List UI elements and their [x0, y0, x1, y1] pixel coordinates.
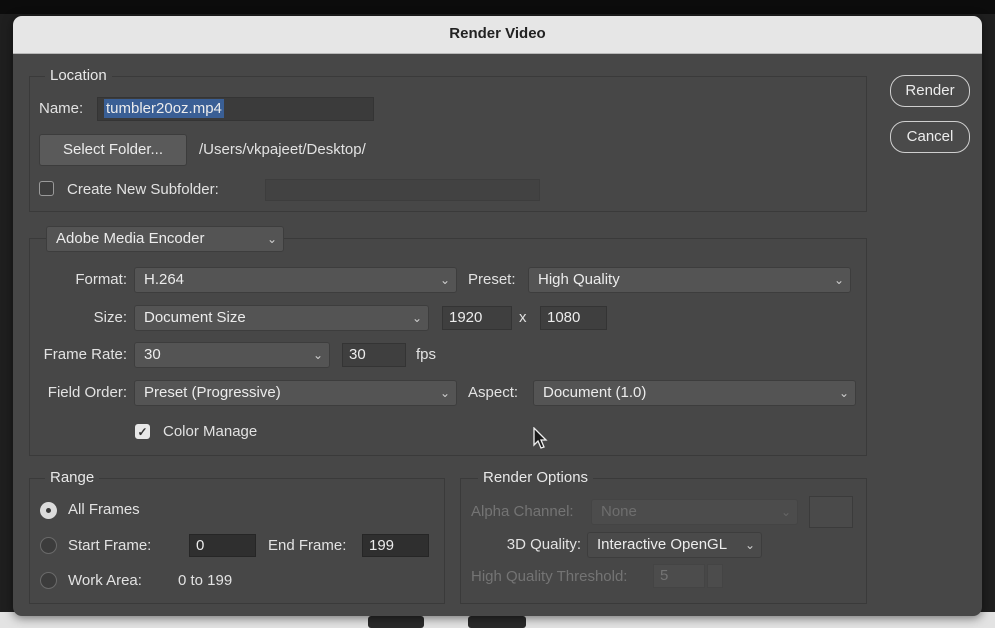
name-input[interactable]: tumbler20oz.mp4	[97, 97, 374, 121]
checkmark-icon: ✓	[137, 425, 148, 439]
chevron-down-icon: ⌄	[266, 232, 277, 246]
format-select-value: H.264	[144, 271, 185, 288]
preset-select[interactable]: High Quality ⌄	[528, 267, 851, 293]
subfolder-name-input[interactable]	[265, 179, 540, 201]
name-input-value: tumbler20oz.mp4	[104, 99, 224, 118]
3d-quality-select[interactable]: Interactive OpenGL ⌄	[587, 532, 762, 558]
size-x-separator: x	[519, 309, 527, 326]
end-frame-label: End Frame:	[268, 537, 347, 554]
range-group-title: Range	[45, 469, 100, 486]
end-frame-input[interactable]: 199	[362, 534, 429, 557]
fps-input[interactable]: 30	[342, 343, 406, 367]
field-order-select-value: Preset (Progressive)	[144, 384, 281, 401]
hq-threshold-stepper[interactable]	[707, 564, 723, 588]
3d-quality-select-value: Interactive OpenGL	[597, 536, 728, 553]
render-options-group-title: Render Options	[478, 469, 594, 486]
work-area-value: 0 to 199	[178, 572, 233, 589]
alpha-color-swatch[interactable]	[809, 496, 853, 528]
aspect-label: Aspect:	[468, 384, 519, 401]
dialog-title: Render Video	[449, 25, 546, 42]
select-folder-button[interactable]: Select Folder...	[39, 134, 187, 166]
chevron-down-icon: ⌄	[838, 386, 849, 400]
work-area-radio[interactable]	[40, 572, 57, 589]
field-order-select[interactable]: Preset (Progressive) ⌄	[134, 380, 457, 406]
fps-label: fps	[416, 346, 437, 363]
frame-rate-select[interactable]: 30 ⌄	[134, 342, 330, 368]
start-frame-radio[interactable]	[40, 537, 57, 554]
height-input[interactable]: 1080	[540, 306, 607, 330]
alpha-channel-select[interactable]: None ⌄	[591, 499, 798, 525]
work-area-label: Work Area:	[68, 572, 142, 589]
background-object	[368, 616, 424, 628]
location-group-title: Location	[45, 67, 112, 84]
render-video-dialog: Render Video Location Name: tumbler20oz.…	[13, 16, 982, 616]
aspect-select-value: Document (1.0)	[543, 384, 647, 401]
folder-path-text: /Users/vkpajeet/Desktop/	[199, 141, 366, 158]
background-object	[468, 616, 526, 628]
hq-threshold-label: High Quality Threshold:	[471, 568, 628, 585]
chevron-down-icon: ⌄	[439, 273, 450, 287]
format-select[interactable]: H.264 ⌄	[134, 267, 457, 293]
alpha-channel-select-value: None	[601, 503, 637, 520]
aspect-select[interactable]: Document (1.0) ⌄	[533, 380, 856, 406]
name-label: Name:	[39, 100, 84, 117]
all-frames-label: All Frames	[68, 501, 140, 518]
chevron-down-icon: ⌄	[312, 348, 323, 362]
frame-rate-select-value: 30	[144, 346, 161, 363]
mouse-pointer-icon	[533, 427, 548, 449]
render-button[interactable]: Render	[890, 75, 970, 107]
encoder-select[interactable]: Adobe Media Encoder ⌄	[46, 226, 284, 252]
alpha-channel-label: Alpha Channel:	[471, 503, 574, 520]
color-manage-checkbox[interactable]: ✓	[135, 424, 150, 439]
chevron-down-icon: ⌄	[439, 386, 450, 400]
color-manage-label: Color Manage	[163, 423, 258, 440]
format-label: Format:	[75, 271, 127, 288]
chevron-down-icon: ⌄	[744, 538, 755, 552]
encoder-select-value: Adobe Media Encoder	[56, 230, 205, 247]
width-input[interactable]: 1920	[442, 306, 512, 330]
cancel-button[interactable]: Cancel	[890, 121, 970, 153]
chevron-down-icon: ⌄	[411, 311, 422, 325]
3d-quality-label: 3D Quality:	[506, 536, 581, 553]
dialog-titlebar: Render Video	[13, 16, 982, 54]
preset-label: Preset:	[468, 271, 516, 288]
field-order-label: Field Order:	[47, 384, 127, 401]
frame-rate-label: Frame Rate:	[43, 346, 127, 363]
chevron-down-icon: ⌄	[833, 273, 844, 287]
all-frames-radio[interactable]	[40, 502, 57, 519]
size-label: Size:	[93, 309, 127, 326]
create-subfolder-checkbox[interactable]	[39, 181, 54, 196]
create-subfolder-label: Create New Subfolder:	[67, 181, 219, 198]
background-top-strip	[0, 0, 995, 14]
preset-select-value: High Quality	[538, 271, 620, 288]
start-frame-label: Start Frame:	[68, 537, 152, 554]
size-select[interactable]: Document Size ⌄	[134, 305, 429, 331]
start-frame-input[interactable]: 0	[189, 534, 256, 557]
size-select-value: Document Size	[144, 309, 246, 326]
hq-threshold-input[interactable]: 5	[653, 564, 705, 588]
chevron-down-icon: ⌄	[780, 505, 791, 519]
